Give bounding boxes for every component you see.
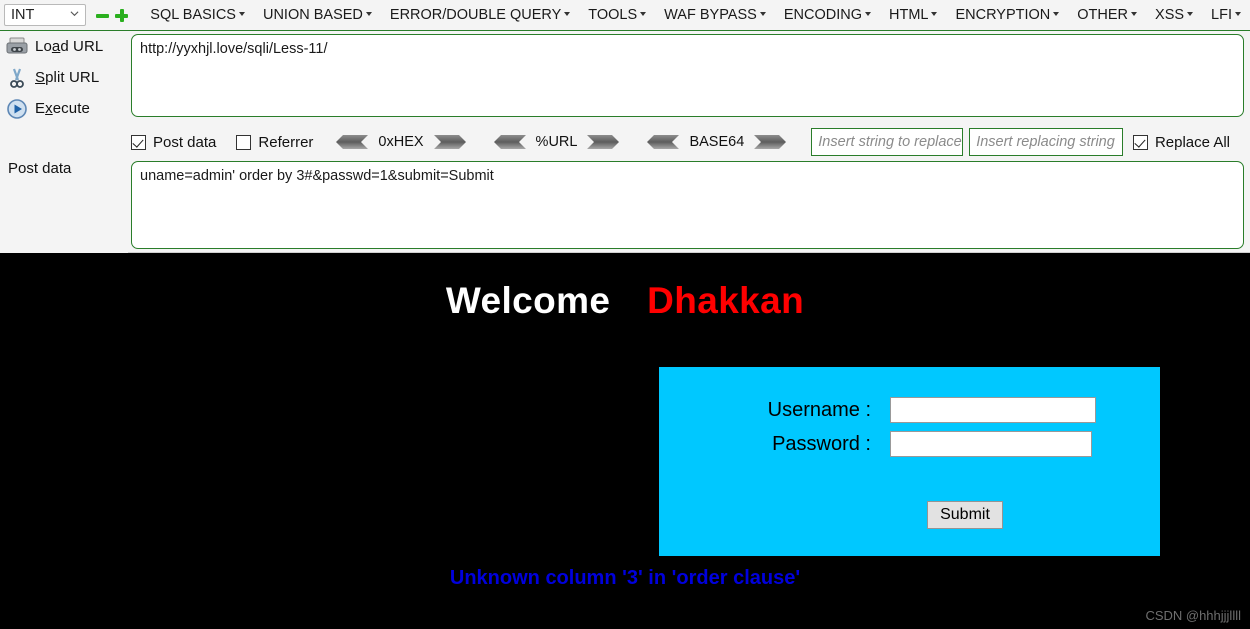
menu-label: UNION BASED <box>262 7 363 23</box>
username-input[interactable] <box>890 397 1096 423</box>
hackbar-menu-bar: INT SQL BASICS UNION BASED ERROR/DOUBLE … <box>0 0 1250 30</box>
app-root: INT SQL BASICS UNION BASED ERROR/DOUBLE … <box>0 0 1250 629</box>
replace-all-label: Replace All <box>1154 133 1230 151</box>
menu-divider <box>0 30 1250 31</box>
play-icon <box>7 98 27 119</box>
type-select-value: INT <box>11 7 35 23</box>
base64-codec-label: BASE64 <box>689 134 745 150</box>
url-value: http://yyxhjl.love/sqli/Less-11/ <box>140 41 328 57</box>
encode-right-arrow-icon[interactable] <box>586 134 622 150</box>
base64-codec-group: BASE64 <box>644 134 789 150</box>
post-data-section-label: Post data <box>8 160 72 177</box>
post-data-checkbox[interactable]: Post data <box>131 134 216 151</box>
password-row: Password : <box>739 431 1160 457</box>
password-label: Password : <box>772 432 871 455</box>
page-content: Welcome Dhakkan Username : Password : Su… <box>0 253 1250 629</box>
chevron-down-icon <box>931 12 938 16</box>
replace-search-placeholder: Insert string to replace <box>818 134 962 150</box>
load-url-icon <box>6 37 28 53</box>
decode-left-arrow-icon[interactable] <box>644 134 680 150</box>
post-data-textarea[interactable]: uname=admin' order by 3#&passwd=1&submit… <box>131 161 1244 249</box>
replace-with-input[interactable]: Insert replacing string <box>969 128 1123 156</box>
hex-codec-group: 0xHEX <box>333 134 468 150</box>
hex-codec-label: 0xHEX <box>378 134 424 150</box>
split-url-button[interactable]: Split URL <box>0 62 128 93</box>
execute-button[interactable]: Execute <box>0 93 128 124</box>
load-url-label: Load URL <box>35 38 104 55</box>
username-row: Username : <box>739 397 1160 423</box>
chevron-down-icon <box>238 12 245 16</box>
submit-button[interactable]: Submit <box>927 501 1003 529</box>
hackbar-sidebar: Load URL Split URL Execute Post data <box>0 31 128 253</box>
menu-encoding[interactable]: ENCODING <box>775 7 880 23</box>
username-label: Username : <box>767 398 871 421</box>
execute-label: Execute <box>35 100 90 117</box>
chevron-down-icon <box>564 12 571 16</box>
type-adjust-group <box>96 8 129 22</box>
hackbar-toolbar: Post data Referrer 0xHEX %URL BASE64 Ins… <box>131 127 1250 157</box>
decode-left-arrow-icon[interactable] <box>333 134 369 150</box>
payload-menu-list: SQL BASICS UNION BASED ERROR/DOUBLE QUER… <box>141 7 1250 23</box>
url-codec-group: %URL <box>491 134 623 150</box>
menu-label: OTHER <box>1077 7 1129 23</box>
menu-other[interactable]: OTHER <box>1068 7 1146 23</box>
menu-waf-bypass[interactable]: WAF BYPASS <box>655 7 775 23</box>
load-url-button[interactable]: Load URL <box>0 31 128 62</box>
password-input[interactable] <box>890 431 1092 457</box>
menu-xss[interactable]: XSS <box>1146 7 1202 23</box>
menu-label: SQL BASICS <box>150 7 236 23</box>
url-codec-label: %URL <box>535 134 578 150</box>
checkbox-box <box>1132 134 1148 150</box>
type-select-dropdown[interactable]: INT <box>4 4 87 26</box>
menu-sql-basics[interactable]: SQL BASICS <box>141 7 254 23</box>
menu-label: LFI <box>1211 7 1232 23</box>
chevron-down-icon <box>365 12 372 16</box>
menu-lfi[interactable]: LFI <box>1202 7 1250 23</box>
chevron-down-icon <box>70 11 79 17</box>
encode-right-arrow-icon[interactable] <box>433 134 469 150</box>
chevron-down-icon <box>640 12 647 16</box>
welcome-text: Welcome <box>445 280 611 321</box>
checkbox-box <box>236 134 252 150</box>
login-form-panel: Username : Password : Submit <box>659 367 1160 556</box>
menu-error-double-query[interactable]: ERROR/DOUBLE QUERY <box>381 7 579 23</box>
hackbar-panel: INT SQL BASICS UNION BASED ERROR/DOUBLE … <box>0 0 1250 253</box>
replace-search-input[interactable]: Insert string to replace <box>811 128 964 156</box>
split-url-label: Split URL <box>35 69 100 86</box>
post-data-checkbox-label: Post data <box>153 133 217 151</box>
menu-html[interactable]: HTML <box>880 7 946 23</box>
menu-label: ENCODING <box>783 7 862 23</box>
referrer-checkbox-label: Referrer <box>258 133 314 151</box>
chevron-down-icon <box>1187 12 1194 16</box>
add-type-button[interactable] <box>115 8 129 22</box>
chevron-down-icon <box>1235 12 1241 16</box>
menu-label: TOOLS <box>588 7 638 23</box>
user-name-text: Dhakkan <box>647 280 805 321</box>
remove-type-button[interactable] <box>96 9 110 22</box>
menu-label: ERROR/DOUBLE QUERY <box>389 7 562 23</box>
menu-label: WAF BYPASS <box>664 7 757 23</box>
checkbox-box <box>131 134 146 150</box>
replace-with-placeholder: Insert replacing string <box>976 134 1115 150</box>
chevron-down-icon <box>1131 12 1138 16</box>
watermark-text: CSDN @hhhjjjllll <box>1145 608 1241 623</box>
referrer-checkbox[interactable]: Referrer <box>236 134 313 151</box>
page-title: Welcome Dhakkan <box>0 280 1250 322</box>
menu-label: HTML <box>888 7 929 23</box>
menu-encryption[interactable]: ENCRYPTION <box>946 7 1068 23</box>
menu-label: XSS <box>1155 7 1185 23</box>
menu-label: ENCRYPTION <box>955 7 1051 23</box>
sql-error-message: Unknown column '3' in 'order clause' <box>449 567 801 589</box>
chevron-down-icon <box>1053 12 1060 16</box>
url-textarea[interactable]: http://yyxhjl.love/sqli/Less-11/ <box>131 34 1244 117</box>
menu-tools[interactable]: TOOLS <box>579 7 655 23</box>
scissors-icon <box>10 68 24 88</box>
chevron-down-icon <box>864 12 871 16</box>
chevron-down-icon <box>759 12 766 16</box>
post-data-value: uname=admin' order by 3#&passwd=1&submit… <box>140 168 494 184</box>
replace-all-checkbox[interactable]: Replace All <box>1132 133 1230 151</box>
decode-left-arrow-icon[interactable] <box>491 134 527 150</box>
encode-right-arrow-icon[interactable] <box>753 134 789 150</box>
menu-union-based[interactable]: UNION BASED <box>254 7 381 23</box>
